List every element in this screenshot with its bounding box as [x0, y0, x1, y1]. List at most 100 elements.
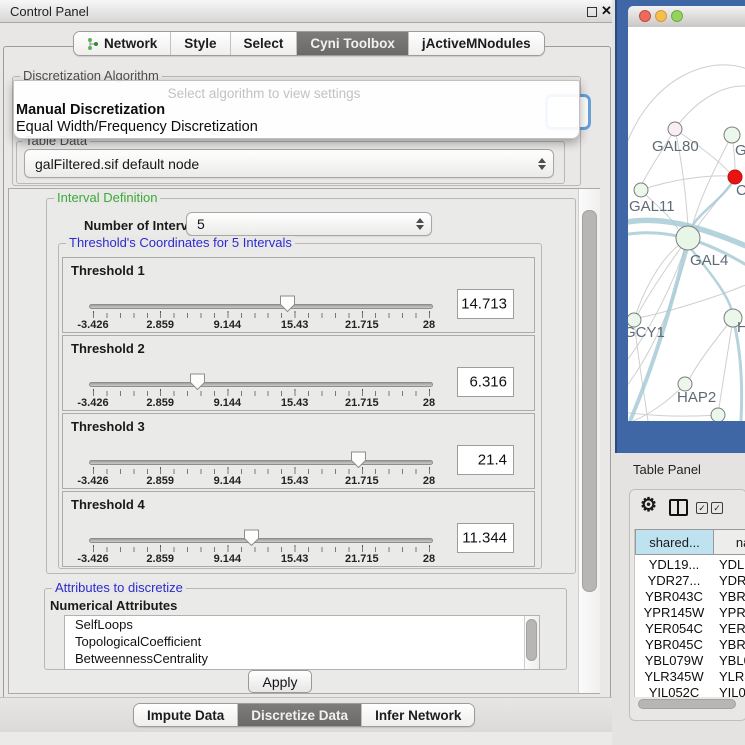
network-window-titlebar[interactable] [628, 6, 745, 28]
list-item[interactable]: BetweennessCentrality [65, 650, 539, 667]
tab-jactivemnodules[interactable]: jActiveMNodules [408, 32, 544, 55]
table-panel-title: Table Panel [633, 462, 701, 477]
table-row[interactable]: YER054CYER05 [635, 621, 745, 637]
threshold-3-slider-track[interactable] [89, 460, 433, 465]
app-root: GAL80 GA C GAL11 GAL4 GCY1 H HAP2 Table … [0, 0, 745, 745]
label-c-partial: C [736, 182, 745, 199]
threshold-4-slider-thumb[interactable] [243, 529, 260, 547]
slider-minor-ticks [93, 391, 430, 396]
control-panel-titlebar[interactable] [0, 0, 612, 23]
table-row[interactable]: YLR345WYLR34 [635, 669, 745, 685]
slider-minor-ticks [93, 469, 430, 474]
threshold-2-slider-thumb[interactable] [189, 373, 206, 391]
threshold-2-value-field[interactable]: 6.316 [457, 367, 514, 397]
column-header-name[interactable]: nam [714, 529, 745, 555]
node-top-right[interactable] [724, 127, 740, 143]
close-icon[interactable]: ✕ [601, 3, 612, 19]
label-hap2: HAP2 [677, 389, 716, 406]
threshold-4-panel: Threshold 4 -3.426 2.859 9.144 15.43 21.… [62, 491, 535, 567]
stepper-arrows-icon [538, 158, 546, 170]
list-scrollbar-thumb[interactable] [526, 619, 537, 661]
float-window-icon[interactable] [587, 7, 597, 17]
close-traffic-light[interactable] [639, 10, 651, 22]
threshold-1-label: Threshold 1 [71, 263, 145, 278]
threshold-1-value-field[interactable]: 14.713 [457, 289, 514, 319]
vertical-scrollbar-thumb[interactable] [582, 210, 597, 592]
gear-icon[interactable]: ⚙ [640, 494, 657, 517]
threshold-2-panel: Threshold 2 -3.426 2.859 9.144 15.43 21.… [62, 335, 535, 411]
node-gal4[interactable] [676, 226, 700, 250]
number-of-intervals-value: 5 [197, 216, 205, 232]
checkbox-icon-2[interactable]: ✓ [711, 502, 723, 514]
checkbox-icon-1[interactable]: ✓ [696, 502, 708, 514]
slider-tick-labels: -3.426 2.859 9.144 15.43 21.715 28 [93, 553, 429, 565]
tab-discretize-data[interactable]: Discretize Data [237, 704, 361, 726]
network-nodes[interactable] [628, 122, 742, 421]
interval-definition-group-title: Interval Definition [54, 191, 160, 204]
table-data-combobox-value: galFiltered.sif default node [35, 156, 199, 172]
attributes-group-title: Attributes to discretize [52, 581, 186, 594]
slider-minor-ticks [93, 547, 430, 552]
slider-tick-labels: -3.426 2.859 9.144 15.43 21.715 28 [93, 475, 429, 487]
table-row[interactable]: YDL19...YDL19 [635, 557, 745, 573]
popup-option-equal-width-frequency[interactable]: Equal Width/Frequency Discretization [16, 119, 258, 135]
number-of-intervals-combobox[interactable]: 5 [186, 212, 432, 236]
numerical-attributes-label: Numerical Attributes [50, 598, 177, 613]
tab-select[interactable]: Select [230, 32, 297, 55]
table-row[interactable]: YDR27...YDR27 [635, 573, 745, 589]
numerical-attributes-list[interactable]: SelfLoops TopologicalCoefficient Between… [64, 615, 540, 670]
stepper-arrows-icon [416, 218, 424, 230]
tab-infer-network[interactable]: Infer Network [361, 704, 474, 726]
table-row[interactable]: YIL052CYIL05 [635, 685, 745, 697]
node-gal11[interactable] [634, 183, 648, 197]
zoom-traffic-light[interactable] [671, 10, 683, 22]
node-table[interactable]: shared... nam YDL19...YDL19 YDR27...YDR2… [634, 529, 745, 697]
threshold-4-label: Threshold 4 [71, 497, 145, 512]
threshold-2-slider-track[interactable] [89, 382, 433, 387]
node-bottom[interactable] [711, 408, 725, 421]
threshold-2-label: Threshold 2 [71, 341, 145, 356]
list-item[interactable]: TopologicalCoefficient [65, 633, 539, 650]
table-row[interactable]: YBL079WYBL07 [635, 653, 745, 669]
label-gcy1: GCY1 [628, 324, 665, 341]
minimize-traffic-light[interactable] [655, 10, 667, 22]
tab-cyni-toolbox[interactable]: Cyni Toolbox [296, 32, 408, 55]
control-panel-title: Control Panel [10, 4, 89, 19]
thresholds-group-title: Threshold's Coordinates for 5 Intervals [66, 236, 295, 249]
network-icon [87, 38, 99, 50]
label-gal80: GAL80 [652, 138, 699, 155]
table-row[interactable]: YBR043CYBR04 [635, 589, 745, 605]
threshold-1-panel: Threshold 1 -3.426 2.859 9.144 15.43 21.… [62, 257, 535, 333]
network-graph: GAL80 GA C GAL11 GAL4 GCY1 H HAP2 [628, 27, 745, 421]
table-horizontal-scrollbar[interactable] [638, 699, 736, 709]
threshold-3-value-field[interactable]: 21.4 [457, 445, 514, 475]
table-row[interactable]: YPR145WYPR14 [635, 605, 745, 621]
label-h-partial: H [737, 319, 745, 336]
popup-option-manual-discretization[interactable]: Manual Discretization [16, 102, 165, 118]
tab-style[interactable]: Style [170, 32, 229, 55]
list-item[interactable]: SelfLoops [65, 616, 539, 633]
column-header-shared-name[interactable]: shared... [635, 529, 714, 555]
algorithm-dropdown-popup: Select algorithm to view settings Manual… [13, 80, 580, 139]
threshold-4-value-field[interactable]: 11.344 [457, 523, 514, 553]
bottom-filler [0, 732, 612, 745]
cyni-mode-tabs: Impute Data Discretize Data Infer Networ… [133, 703, 475, 727]
column-layout-icon[interactable] [669, 499, 688, 516]
label-gal4: GAL4 [690, 252, 728, 269]
threshold-3-slider-thumb[interactable] [350, 451, 367, 469]
slider-tick-labels: -3.426 2.859 9.144 15.43 21.715 28 [93, 397, 429, 409]
threshold-1-slider-thumb[interactable] [279, 295, 296, 313]
network-canvas[interactable]: GAL80 GA C GAL11 GAL4 GCY1 H HAP2 [628, 27, 745, 421]
threshold-1-slider-track[interactable] [89, 304, 433, 309]
node-gal80[interactable] [668, 122, 682, 136]
table-row[interactable]: YBR045CYBR04 [635, 637, 745, 653]
tab-impute-data[interactable]: Impute Data [134, 704, 237, 726]
control-panel-tabs: Network Style Select Cyni Toolbox jActiv… [73, 31, 545, 56]
tab-network[interactable]: Network [74, 32, 170, 55]
threshold-3-panel: Threshold 3 -3.426 2.859 9.144 15.43 21.… [62, 413, 535, 489]
label-gal11: GAL11 [629, 198, 675, 215]
threshold-3-label: Threshold 3 [71, 419, 145, 434]
threshold-4-slider-track[interactable] [89, 538, 433, 543]
table-data-combobox[interactable]: galFiltered.sif default node [24, 149, 554, 178]
apply-button[interactable]: Apply [248, 670, 312, 693]
